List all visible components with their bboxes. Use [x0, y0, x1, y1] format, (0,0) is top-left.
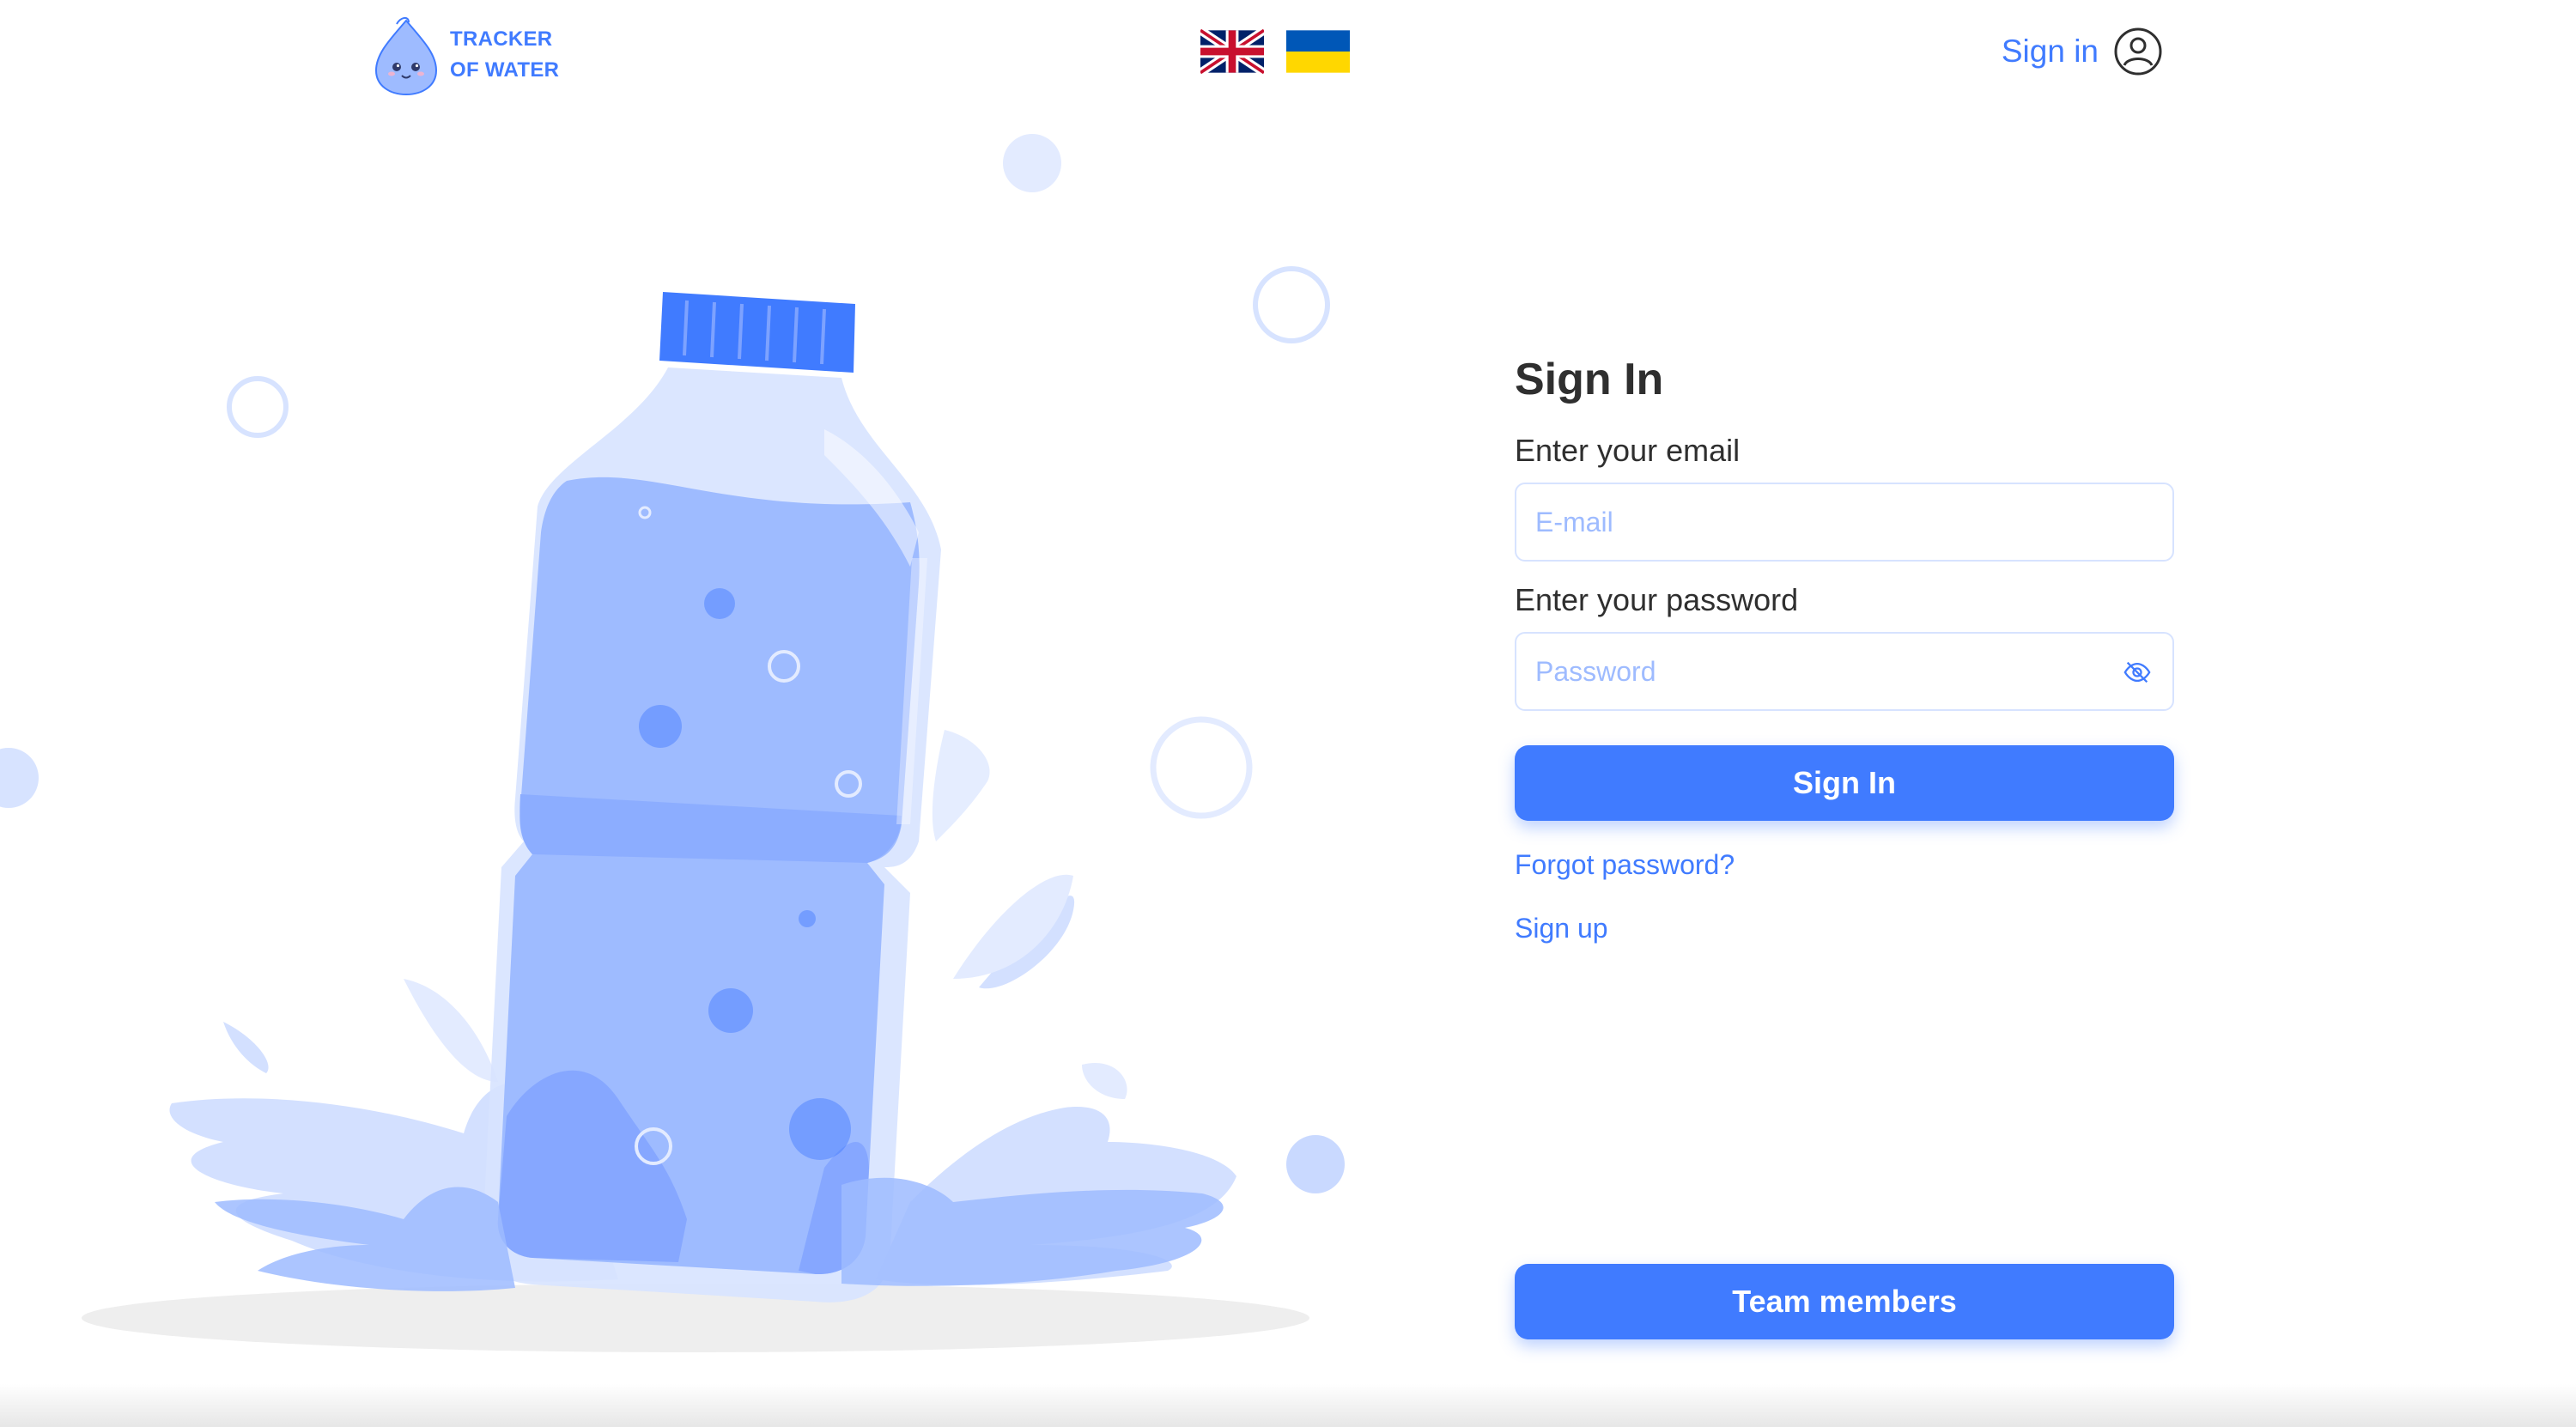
- ukraine-flag-icon[interactable]: [1286, 29, 1350, 74]
- language-switcher: [1200, 29, 1350, 74]
- form-title: Sign In: [1515, 355, 1664, 404]
- user-circle-icon: [2114, 27, 2162, 76]
- password-field-wrapper: [1515, 632, 2174, 711]
- sign-in-button[interactable]: Sign In: [1515, 745, 2174, 821]
- sign-in-form: Sign In Enter your email Enter your pass…: [1515, 347, 2174, 946]
- email-field[interactable]: [1515, 483, 2174, 562]
- header-sign-in-link[interactable]: Sign in: [2002, 26, 2164, 77]
- email-label: Enter your email: [1515, 433, 1741, 468]
- logo-text-line2: OF WATER: [450, 58, 560, 82]
- logo[interactable]: TRACKER OF WATER: [371, 12, 559, 98]
- email-field-wrapper: [1515, 483, 2174, 562]
- password-field[interactable]: [1515, 632, 2174, 711]
- header-sign-in-label: Sign in: [2001, 33, 2099, 69]
- bottom-shadow: [0, 1384, 2576, 1427]
- sign-in-page: TRACKER OF WATER Sign in Sign In Enter y…: [0, 0, 2576, 1427]
- uk-flag-icon[interactable]: [1200, 29, 1264, 74]
- forgot-password-link[interactable]: Forgot password?: [1515, 847, 2174, 883]
- logo-text: TRACKER OF WATER: [450, 24, 559, 86]
- water-bottle-illustration: [0, 134, 1345, 1352]
- password-label: Enter your password: [1515, 582, 1799, 617]
- sign-up-link[interactable]: Sign up: [1515, 910, 2174, 946]
- team-members-button[interactable]: Team members: [1515, 1264, 2174, 1339]
- logo-text-line1: TRACKER: [450, 27, 553, 51]
- water-drop-mascot-icon: [374, 17, 438, 96]
- eye-off-icon[interactable]: [2123, 658, 2152, 687]
